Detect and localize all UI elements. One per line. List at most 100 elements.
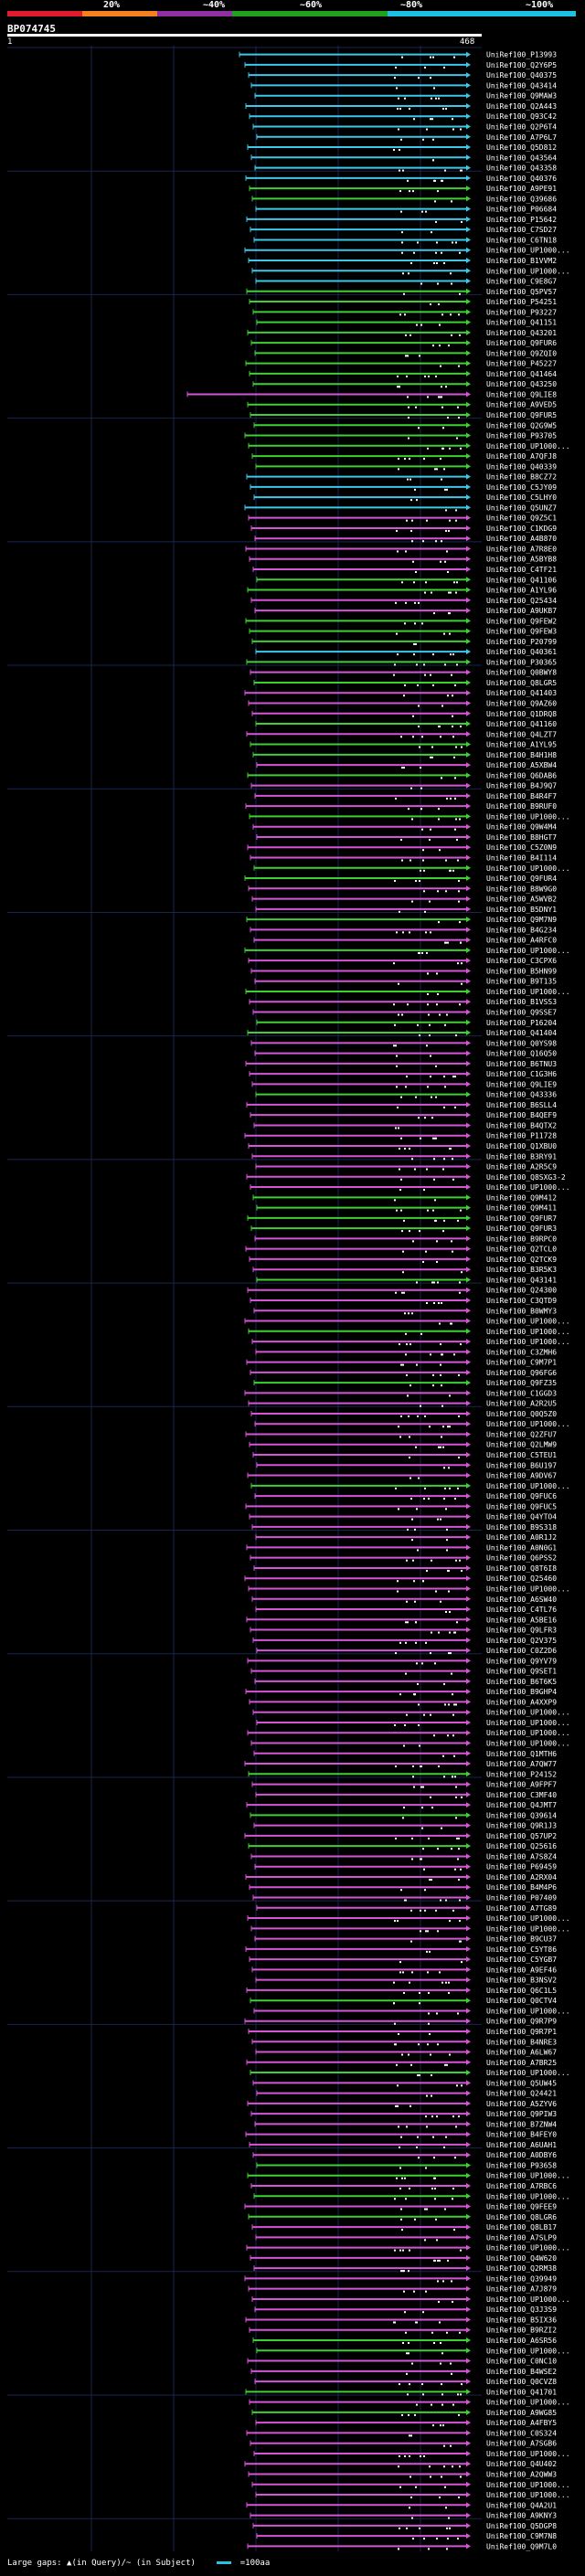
hit-row[interactable]: UniRef100_Q3J3S9 [254,2306,557,2314]
hit-label[interactable]: UniRef100_Q9FUR7 [486,1214,557,1223]
hit-label[interactable]: UniRef100_Q0YS98 [486,1039,557,1047]
hit-label[interactable]: UniRef100_C5TEU1 [486,1451,557,1459]
hit-row[interactable]: UniRef100_A0N0G1 [246,1543,557,1552]
hit-row[interactable]: UniRef100_Q43250 [252,380,557,388]
hit-label[interactable]: UniRef100_UP1000... [486,947,570,955]
hit-label[interactable]: UniRef100_C3QTD9 [486,1297,557,1305]
hit-label[interactable]: UniRef100_A6UAH1 [486,2141,557,2149]
hit-row[interactable]: UniRef100_UP1000... [248,1585,570,1593]
hit-row[interactable]: UniRef100_Q0Q5Z0 [250,1410,557,1418]
hit-row[interactable]: UniRef100_Q8T6I8 [253,1564,557,1573]
hit-row[interactable]: UniRef100_UP1000... [251,267,570,275]
hit-row[interactable]: UniRef100_Q8LGR6 [248,2213,557,2221]
hit-row[interactable]: UniRef100_C3CPX6 [248,957,557,965]
hit-row[interactable]: UniRef100_C1GGD3 [244,1389,557,1397]
hit-row[interactable]: UniRef100_P54251 [249,298,557,306]
hit-label[interactable]: UniRef100_Q4A2U1 [486,2501,557,2509]
hit-row[interactable]: UniRef100_UP1000... [246,2244,570,2253]
hit-label[interactable]: UniRef100_UP1000... [486,1318,570,1326]
hit-row[interactable]: UniRef100_A1YL96 [247,587,557,595]
hit-row[interactable]: UniRef100_UP1000... [253,2450,570,2458]
hit-label[interactable]: UniRef100_Q2TCK9 [486,1256,557,1264]
hit-row[interactable]: UniRef100_A7QFJ8 [251,452,557,461]
hit-label[interactable]: UniRef100_UP1000... [486,864,570,873]
hit-row[interactable]: UniRef100_A5XBW4 [256,761,557,769]
hit-label[interactable]: UniRef100_P93705 [486,432,557,440]
hit-label[interactable]: UniRef100_Q4W620 [486,2254,557,2263]
hit-row[interactable]: UniRef100_Q8LB17 [251,2223,557,2231]
hit-row[interactable]: UniRef100_P93227 [252,308,557,316]
hit-label[interactable]: UniRef100_Q2LMW9 [486,1441,557,1449]
hit-label[interactable]: UniRef100_Q9FUR4 [486,875,557,883]
hit-label[interactable]: UniRef100_Q6C1L5 [486,1987,557,1995]
hit-row[interactable]: UniRef100_Q5D812 [247,143,557,152]
hit-row[interactable]: UniRef100_B0WMY3 [253,1307,557,1315]
hit-row[interactable]: UniRef100_B5IX36 [245,2316,557,2324]
hit-label[interactable]: UniRef100_Q8T6I8 [486,1564,557,1573]
hit-row[interactable]: UniRef100_Q57UP2 [244,1832,557,1840]
hit-label[interactable]: UniRef100_Q39949 [486,2274,557,2283]
hit-label[interactable]: UniRef100_UP1000... [486,2450,570,2458]
hit-label[interactable]: UniRef100_B3RY91 [486,1152,557,1161]
hit-label[interactable]: UniRef100_P13993 [486,51,557,59]
hit-row[interactable]: UniRef100_A4FBY5 [255,2419,557,2427]
hit-row[interactable]: UniRef100_Q6C1L5 [246,1987,557,1995]
hit-label[interactable]: UniRef100_Q9FUR5 [486,411,557,419]
hit-label[interactable]: UniRef100_Q4U402 [486,2460,557,2468]
hit-label[interactable]: UniRef100_B1VSS3 [486,998,557,1006]
hit-label[interactable]: UniRef100_C0S324 [486,2429,557,2437]
hit-label[interactable]: UniRef100_Q0Q5Z0 [486,1410,557,1418]
hit-label[interactable]: UniRef100_A7QW77 [486,1760,557,1768]
hit-row[interactable]: UniRef100_B8HGT7 [256,833,557,842]
hit-label[interactable]: UniRef100_C1G3H6 [486,1070,557,1078]
hit-label[interactable]: UniRef100_C3CPX6 [486,957,557,965]
hit-row[interactable]: UniRef100_B5HN99 [250,967,557,975]
hit-label[interactable]: UniRef100_Q6DAB6 [486,771,557,779]
hit-label[interactable]: UniRef100_UP1000... [486,247,570,255]
hit-row[interactable]: UniRef100_A4RFC0 [253,937,557,945]
hit-label[interactable]: UniRef100_B7ZNW4 [486,2120,557,2128]
hit-row[interactable]: UniRef100_C4TL76 [255,1606,557,1614]
hit-row[interactable]: UniRef100_C9M7P1 [246,1359,557,1367]
hit-row[interactable]: UniRef100_P16204 [256,1019,557,1027]
hit-row[interactable]: UniRef100_P11728 [244,1132,557,1140]
hit-row[interactable]: UniRef100_Q4JMT7 [246,1801,557,1809]
hit-row[interactable]: UniRef100_A9EF46 [251,1966,557,1974]
hit-label[interactable]: UniRef100_UP1000... [486,1924,570,1933]
hit-label[interactable]: UniRef100_Q8SXG3-2 [486,1173,566,1182]
hit-row[interactable]: UniRef100_Q9M411 [256,1204,557,1213]
hit-row[interactable]: UniRef100_UP1000... [255,2491,570,2499]
hit-row[interactable]: UniRef100_UP1000... [251,2481,570,2489]
hit-row[interactable]: UniRef100_Q40339 [255,462,557,471]
hit-row[interactable]: UniRef100_A5BYB8 [249,556,557,564]
hit-label[interactable]: UniRef100_Q39686 [486,195,557,203]
hit-row[interactable]: UniRef100_Q9FEW2 [245,617,557,625]
hit-label[interactable]: UniRef100_A0DBY6 [486,2151,557,2159]
hit-row[interactable]: UniRef100_UP1000... [254,1420,570,1428]
hit-label[interactable]: UniRef100_A7SGB6 [486,2440,557,2448]
hit-row[interactable]: UniRef100_B9T135 [254,978,557,986]
hit-row[interactable]: UniRef100_A9FPF7 [251,1781,557,1789]
hit-row[interactable]: UniRef100_UP1000... [250,2069,570,2077]
hit-row[interactable]: UniRef100_B9RZI2 [249,2327,557,2335]
hit-label[interactable]: UniRef100_UP1000... [486,988,570,996]
hit-row[interactable]: UniRef100_B4NRE3 [251,2038,557,2046]
hit-row[interactable]: UniRef100_A6LW67 [255,2049,557,2057]
hit-label[interactable]: UniRef100_B3NSV2 [486,1977,557,1985]
hit-row[interactable]: UniRef100_B4QTX2 [253,1121,557,1129]
hit-row[interactable]: UniRef100_Q9M7L0 [247,2542,557,2550]
hit-label[interactable]: UniRef100_UP1000... [486,1585,570,1593]
hit-label[interactable]: UniRef100_C1KDG9 [486,525,557,533]
hit-row[interactable]: UniRef100_Q40375 [248,71,557,80]
hit-row[interactable]: UniRef100_C4TF21 [252,566,557,574]
hit-row[interactable]: UniRef100_UP1000... [250,1924,570,1933]
hit-row[interactable]: UniRef100_UP1000... [251,1338,570,1346]
hit-row[interactable]: UniRef100_B4FEY0 [245,2131,557,2139]
hit-row[interactable]: UniRef100_UP1000... [250,1183,570,1192]
hit-label[interactable]: UniRef100_A4B870 [486,535,557,543]
hit-row[interactable]: UniRef100_Q4A2U1 [246,2501,557,2509]
hit-label[interactable]: UniRef100_C5YT86 [486,1945,557,1954]
hit-label[interactable]: UniRef100_A7J879 [486,2285,557,2294]
hit-row[interactable]: UniRef100_P93658 [256,2161,557,2169]
hit-row[interactable]: UniRef100_UP1000... [245,988,570,996]
